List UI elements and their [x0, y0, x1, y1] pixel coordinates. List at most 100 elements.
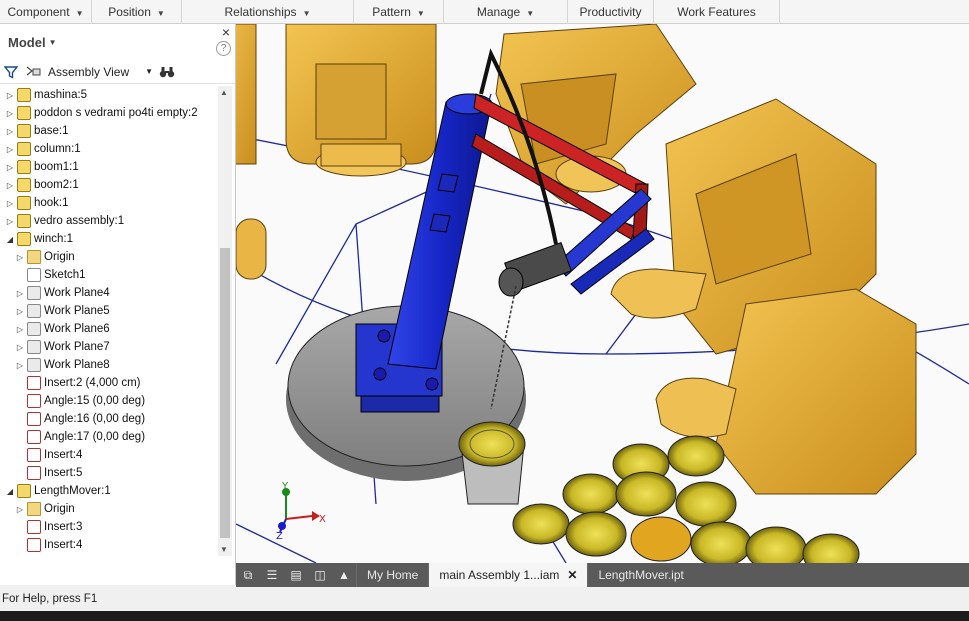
chevron-down-icon[interactable]: ▼	[49, 38, 57, 47]
tree-item-label: boom2:1	[34, 179, 79, 191]
tree-item-label: Work Plane4	[44, 287, 110, 299]
tree-item[interactable]: ◢ LengthMover:1	[0, 482, 218, 500]
expand-icon[interactable]: ▷	[15, 361, 25, 370]
tree-item[interactable]: Angle:16 (0,00 deg)	[0, 410, 218, 428]
ribbon-tab-relationships[interactable]: Relationships ▼	[182, 0, 354, 24]
tree-item[interactable]: Insert:2 (4,000 cm)	[0, 374, 218, 392]
tree-item[interactable]: ▷ Work Plane6	[0, 320, 218, 338]
scrollbar-thumb[interactable]	[220, 248, 230, 538]
expand-icon[interactable]: ▷	[5, 217, 15, 226]
expand-open-icon[interactable]: ◢	[5, 235, 15, 244]
tree-item[interactable]: ▷ Origin	[0, 248, 218, 266]
angle-icon	[27, 394, 41, 408]
asm-icon	[17, 106, 31, 120]
chevron-down-icon[interactable]: ▼	[145, 67, 153, 76]
tree-item-label: hook:1	[34, 197, 69, 209]
document-tab[interactable]: main Assembly 1...iam ✕	[428, 563, 588, 587]
constraint-icon	[27, 520, 41, 534]
ribbon-tab-manage[interactable]: Manage ▼	[444, 0, 568, 24]
document-tab[interactable]: My Home	[356, 563, 428, 587]
tree-item[interactable]: Angle:17 (0,00 deg)	[0, 428, 218, 446]
ribbon-tab-component[interactable]: Component ▼	[0, 0, 92, 24]
axis-z-label: Z	[276, 531, 283, 542]
tree-item[interactable]: ▷ Work Plane5	[0, 302, 218, 320]
browser-scrollbar[interactable]: ▲ ▼	[218, 86, 232, 556]
document-tab[interactable]: LengthMover.ipt	[587, 563, 693, 587]
tree-item[interactable]: ▷ poddon s vedrami po4ti empty:2	[0, 104, 218, 122]
filter-icon[interactable]	[4, 65, 18, 79]
tree-item-label: Insert:5	[44, 467, 83, 479]
document-tab-label: main Assembly 1...iam	[439, 568, 560, 582]
part-icon	[17, 142, 31, 156]
tree-item[interactable]: Sketch1	[0, 266, 218, 284]
tree-item[interactable]: ▷ Work Plane7	[0, 338, 218, 356]
tree-item[interactable]: Insert:4	[0, 536, 218, 554]
expand-icon[interactable]: ▷	[15, 325, 25, 334]
tile-horizontal-icon[interactable]: ☰	[260, 563, 284, 587]
tree-item[interactable]: ▷ boom1:1	[0, 158, 218, 176]
hanging-bucket	[458, 421, 526, 505]
tree-item[interactable]: ▷ Work Plane8	[0, 356, 218, 374]
expand-icon[interactable]: ▷	[15, 343, 25, 352]
expand-icon[interactable]: ▷	[15, 289, 25, 298]
ribbon-tab-work-features[interactable]: Work Features	[654, 0, 780, 24]
tree-item[interactable]: ▷ column:1	[0, 140, 218, 158]
graphics-viewport[interactable]: Y X Z	[236, 24, 969, 563]
tree-item-label: Angle:15 (0,00 deg)	[44, 395, 146, 407]
document-tab-label: My Home	[367, 568, 419, 582]
help-icon[interactable]: ?	[216, 41, 231, 56]
tree-item[interactable]: ▷ base:1	[0, 122, 218, 140]
chevron-down-icon: ▼	[75, 9, 84, 18]
plane-icon	[27, 358, 41, 372]
tree-item[interactable]: Insert:5	[0, 464, 218, 482]
tab-menu-icon[interactable]: ▲	[332, 563, 356, 587]
tree-item[interactable]: Insert:4	[0, 446, 218, 464]
tree-item[interactable]: Angle:15 (0,00 deg)	[0, 392, 218, 410]
tree-item[interactable]: Insert:3	[0, 518, 218, 536]
folder-icon	[27, 502, 41, 516]
expand-icon[interactable]: ▷	[15, 505, 25, 514]
tree-item-label: Sketch1	[44, 269, 86, 281]
tree-item[interactable]: ◢ winch:1	[0, 230, 218, 248]
cascade-windows-icon[interactable]: ⧉	[236, 563, 260, 587]
tree-item-label: Angle:16 (0,00 deg)	[44, 413, 146, 425]
part-icon	[17, 196, 31, 210]
tree-item[interactable]: ▷ Work Plane4	[0, 284, 218, 302]
scroll-down-icon[interactable]: ▼	[220, 545, 228, 554]
folder-icon	[27, 250, 41, 264]
tile-vertical-icon[interactable]: ◫	[308, 563, 332, 587]
expand-icon[interactable]: ▷	[5, 181, 15, 190]
ribbon-tab-position[interactable]: Position ▼	[92, 0, 182, 24]
expand-icon[interactable]: ▷	[5, 199, 15, 208]
expand-icon[interactable]: ▷	[5, 163, 15, 172]
expand-icon[interactable]: ▷	[5, 109, 15, 118]
expand-icon[interactable]: ▷	[5, 145, 15, 154]
tree-item[interactable]: ▷ vedro assembly:1	[0, 212, 218, 230]
plane-icon	[27, 286, 41, 300]
tree-item-label: Origin	[44, 503, 75, 515]
tree-item[interactable]: ▷ boom2:1	[0, 176, 218, 194]
expand-icon[interactable]: ▷	[15, 253, 25, 262]
expand-icon[interactable]: ▷	[5, 127, 15, 136]
tile-horizontal-icon-2[interactable]: ▤	[284, 563, 308, 587]
ribbon-tab-pattern[interactable]: Pattern ▼	[354, 0, 444, 24]
tree-item[interactable]: ▷ mashina:5	[0, 86, 218, 104]
constraint-icon	[27, 448, 41, 462]
tree-item-label: column:1	[34, 143, 81, 155]
scroll-up-icon[interactable]: ▲	[220, 88, 228, 97]
close-tab-icon[interactable]: ✕	[567, 568, 577, 582]
tree-item[interactable]: ▷ Origin	[0, 500, 218, 518]
ribbon-tab-productivity[interactable]: Productivity	[568, 0, 654, 24]
close-icon[interactable]: ×	[222, 24, 230, 40]
expand-open-icon[interactable]: ◢	[5, 487, 15, 496]
binoculars-search-icon[interactable]	[159, 65, 175, 79]
chevron-down-icon: ▼	[302, 9, 311, 18]
expand-icon[interactable]: ▷	[5, 91, 15, 100]
tree-item-label: Insert:4	[44, 539, 83, 551]
tree-item-label: Insert:3	[44, 521, 83, 533]
tree-item[interactable]: ▷ hook:1	[0, 194, 218, 212]
expand-icon[interactable]: ▷	[15, 307, 25, 316]
tree-item-label: Work Plane7	[44, 341, 110, 353]
browser-title[interactable]: Model	[8, 35, 46, 50]
assembly-view-label[interactable]: Assembly View	[48, 65, 129, 79]
